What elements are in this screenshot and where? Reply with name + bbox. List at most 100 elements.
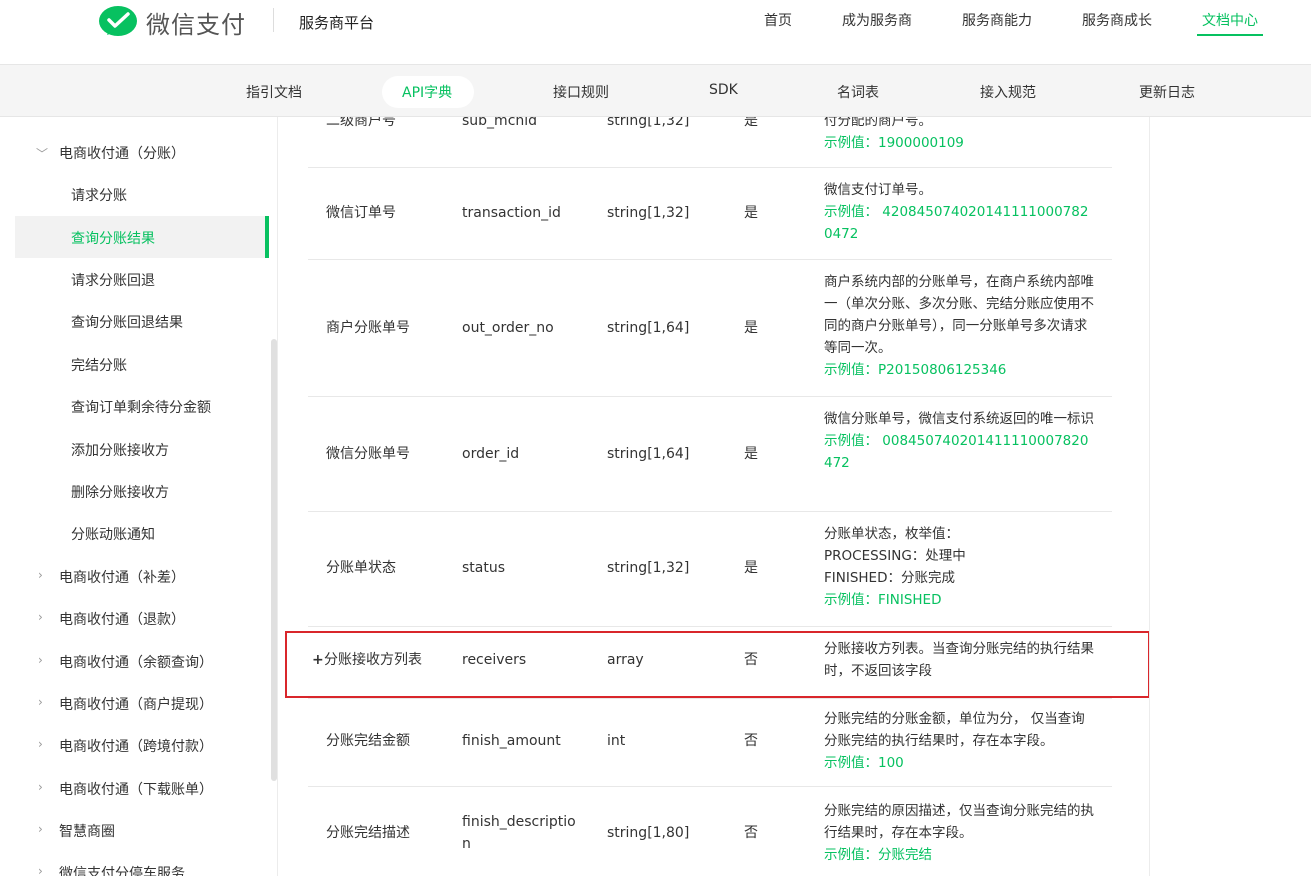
chevron-right-icon[interactable]: › — [38, 568, 43, 582]
param-name: 分账单状态 — [326, 560, 396, 576]
param-type: int — [607, 733, 626, 749]
chevron-right-icon[interactable]: › — [38, 737, 43, 751]
sidebar-item-split-notify[interactable]: 分账动账通知 — [71, 524, 155, 544]
chevron-right-icon[interactable]: › — [38, 610, 43, 624]
tab-access-spec[interactable]: 接入规范 — [980, 82, 1036, 102]
param-required: 是 — [744, 320, 758, 336]
param-required: 是 — [744, 560, 758, 576]
tab-glossary[interactable]: 名词表 — [837, 82, 879, 102]
sidebar-item-finish-split[interactable]: 完结分账 — [71, 355, 127, 375]
nav-provider-growth[interactable]: 服务商成长 — [1082, 10, 1152, 30]
param-type: string[1,32] — [607, 117, 690, 129]
sidebar-item-delete-receiver[interactable]: 删除分账接收方 — [71, 482, 169, 502]
param-desc: 微信分账单号，微信支付系统返回的唯一标识 示例值： 00845074020141… — [824, 408, 1096, 474]
sidebar-group-smart-mall[interactable]: 智慧商圈 — [59, 821, 115, 841]
sidebar-group-parking[interactable]: 微信支付分停车服务 — [59, 863, 185, 876]
nav-docs-center[interactable]: 文档中心 — [1202, 10, 1258, 30]
platform-title: 服务商平台 — [299, 14, 375, 32]
param-table: 二级商户号 sub_mchid string[1,32] 是 付分配的商户号。 … — [278, 117, 1150, 876]
tab-changelog[interactable]: 更新日志 — [1139, 82, 1195, 102]
chevron-right-icon[interactable]: › — [38, 822, 43, 836]
param-field: sub_mchid — [462, 117, 538, 129]
desc-text: PROCESSING：处理中 — [824, 548, 966, 564]
sidebar-active-indicator — [265, 216, 269, 258]
sidebar-group-withdraw[interactable]: 电商收付通（商户提现） — [59, 694, 213, 714]
table-row: 分账完结描述 finish_description string[1,80] 否… — [308, 787, 1112, 876]
doc-subnav: 指引文档 API字典 接口规则 SDK 名词表 接入规范 更新日志 — [0, 64, 1311, 117]
param-field: finish_description — [462, 814, 576, 852]
desc-text: 微信支付订单号。 — [824, 182, 932, 198]
table-row: 商户分账单号 out_order_no string[1,64] 是 商户系统内… — [308, 260, 1112, 397]
example-value: 示例值： 008450740201411110007820472 — [824, 433, 1089, 471]
nav-home[interactable]: 首页 — [764, 10, 792, 30]
param-required: 是 — [744, 446, 758, 462]
tab-guide-docs[interactable]: 指引文档 — [246, 82, 302, 102]
param-type: string[1,32] — [607, 560, 690, 576]
sidebar-group-refund[interactable]: 电商收付通（退款） — [59, 609, 185, 629]
desc-text: 分账单状态，枚举值： — [824, 526, 959, 542]
param-type: string[1,64] — [607, 320, 690, 336]
example-value: 示例值：FINISHED — [824, 592, 942, 608]
sidebar-group-download-bill[interactable]: 电商收付通（下载账单） — [59, 779, 213, 799]
sidebar-item-query-split-return[interactable]: 查询分账回退结果 — [71, 312, 183, 332]
sidebar-item-request-split-return[interactable]: 请求分账回退 — [71, 270, 155, 290]
param-desc: 分账完结的分账金额，单位为分， 仅当查询分账完结的执行结果时，存在本字段。 示例… — [824, 708, 1096, 774]
param-field: out_order_no — [462, 320, 554, 336]
param-required: 是 — [744, 117, 758, 129]
param-desc: 分账单状态，枚举值： PROCESSING：处理中 FINISHED：分账完成 … — [824, 523, 1096, 611]
chevron-down-icon[interactable]: ﹀ — [36, 145, 48, 162]
param-field: transaction_id — [462, 205, 561, 221]
param-required: 否 — [744, 733, 758, 749]
table-row: 分账完结金额 finish_amount int 否 分账完结的分账金额，单位为… — [308, 699, 1112, 787]
param-desc: 分账完结的原因描述，仅当查询分账完结的执行结果时，存在本字段。 示例值：分账完结 — [824, 800, 1096, 866]
example-value: 示例值：100 — [824, 755, 904, 771]
nav-become-provider[interactable]: 成为服务商 — [842, 10, 912, 30]
sidebar-item-add-receiver[interactable]: 添加分账接收方 — [71, 440, 169, 460]
sidebar-scrollbar[interactable] — [271, 339, 277, 781]
chevron-right-icon[interactable]: › — [38, 695, 43, 709]
top-header: 微信支付 服务商平台 首页 成为服务商 服务商能力 服务商成长 文档中心 — [0, 0, 1311, 64]
param-desc: 付分配的商户号。 示例值：1900000109 — [824, 117, 1096, 154]
chevron-right-icon[interactable]: › — [38, 780, 43, 794]
header-divider — [273, 8, 274, 32]
table-row: 微信分账单号 order_id string[1,64] 是 微信分账单号，微信… — [308, 397, 1112, 512]
desc-text: 微信分账单号，微信支付系统返回的唯一标识 — [824, 411, 1094, 427]
wechat-pay-logo-icon — [99, 6, 137, 36]
param-type: string[1,32] — [607, 205, 690, 221]
desc-text: 分账完结的原因描述，仅当查询分账完结的执行结果时，存在本字段。 — [824, 803, 1094, 841]
chevron-right-icon[interactable]: › — [38, 864, 43, 876]
example-value: 示例值：分账完结 — [824, 847, 932, 863]
param-name: 微信订单号 — [326, 205, 396, 221]
sidebar-group-ecommerce-split[interactable]: 电商收付通（分账） — [59, 143, 185, 163]
nav-active-underline — [1197, 34, 1263, 36]
sidebar-group-subsidy[interactable]: 电商收付通（补差） — [59, 567, 185, 587]
highlight-box — [285, 631, 1149, 698]
param-name: 微信分账单号 — [326, 446, 410, 462]
param-field: status — [462, 560, 506, 576]
param-field: order_id — [462, 446, 520, 462]
brand-logo[interactable]: 微信支付 — [98, 4, 246, 40]
tab-interface-rules[interactable]: 接口规则 — [553, 82, 609, 102]
table-row: 微信订单号 transaction_id string[1,32] 是 微信支付… — [308, 168, 1112, 260]
param-required: 否 — [744, 825, 758, 841]
sidebar-group-crossborder[interactable]: 电商收付通（跨境付款） — [59, 736, 213, 756]
param-type: string[1,64] — [607, 446, 690, 462]
chevron-right-icon[interactable]: › — [38, 653, 43, 667]
sidebar-item-request-split[interactable]: 请求分账 — [71, 185, 127, 205]
sidebar-item-query-split-result[interactable]: 查询分账结果 — [71, 228, 155, 248]
tab-api-dict[interactable]: API字典 — [402, 82, 452, 102]
table-row: 分账单状态 status string[1,32] 是 分账单状态，枚举值： P… — [308, 512, 1112, 627]
table-row: 二级商户号 sub_mchid string[1,32] 是 付分配的商户号。 … — [308, 117, 1112, 168]
desc-text: FINISHED：分账完成 — [824, 570, 955, 586]
param-name: 分账完结描述 — [326, 825, 410, 841]
desc-text: 商户系统内部的分账单号，在商户系统内部唯一（单次分账、多次分账、完结分账应使用不… — [824, 274, 1094, 356]
nav-provider-capability[interactable]: 服务商能力 — [962, 10, 1032, 30]
tab-sdk[interactable]: SDK — [709, 82, 738, 98]
sidebar-group-balance[interactable]: 电商收付通（余额查询） — [59, 652, 213, 672]
param-type: string[1,80] — [607, 825, 690, 841]
desc-text: 付分配的商户号。 — [824, 117, 932, 129]
param-field: finish_amount — [462, 733, 561, 749]
sidebar-item-query-remaining[interactable]: 查询订单剩余待分金额 — [71, 397, 211, 417]
example-value: 示例值： 4208450740201411110007820472 — [824, 204, 1089, 242]
param-name: 二级商户号 — [326, 117, 396, 129]
